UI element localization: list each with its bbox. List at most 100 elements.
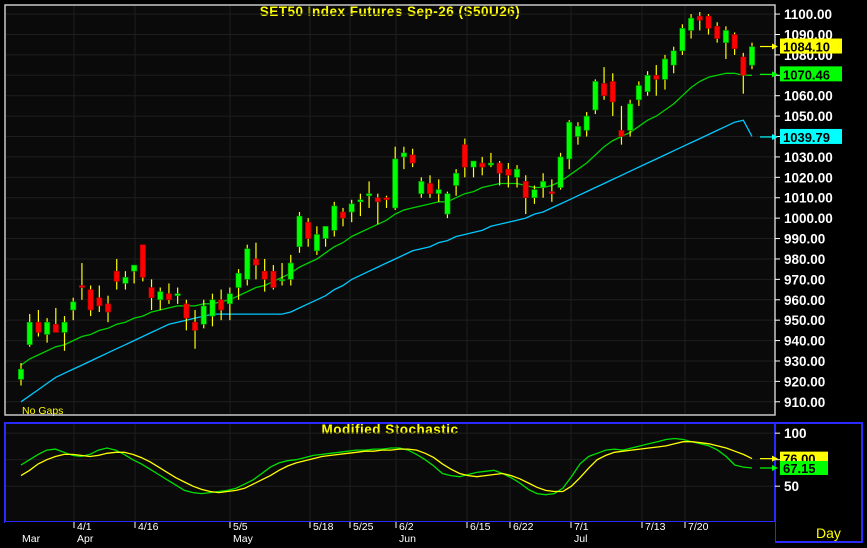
candle-down	[96, 297, 103, 307]
candle-down	[714, 26, 721, 39]
price-y-tick-label: 950.00	[784, 313, 825, 328]
candle-up	[279, 279, 286, 282]
stochastic-y-tick-label: 100	[784, 426, 807, 441]
candle-up	[174, 293, 181, 296]
price-y-tick-label: 960.00	[784, 293, 825, 308]
candle-up	[366, 193, 373, 196]
candle-down	[87, 289, 94, 311]
candle-up	[235, 272, 242, 288]
candle-down	[183, 303, 190, 319]
candle-up	[244, 248, 251, 280]
date-label: 6/2	[399, 521, 414, 533]
candle-up	[644, 74, 651, 92]
price-y-tick-label: 940.00	[784, 334, 825, 349]
candle-up	[635, 85, 642, 101]
price-panel-frame	[4, 4, 776, 416]
date-label: 4/16	[138, 521, 159, 533]
value-tag-label: 1084.10	[783, 40, 830, 55]
candle-down	[78, 285, 85, 288]
candle-up	[26, 321, 33, 345]
candle-down	[270, 270, 277, 288]
candle-down	[305, 221, 312, 239]
candle-up	[670, 50, 677, 66]
date-label: 7/13	[645, 521, 666, 533]
candle-down	[113, 270, 120, 282]
candle-up	[592, 81, 599, 111]
candle-down	[148, 287, 155, 299]
candle-down	[461, 144, 468, 168]
value-tag-label: 1070.46	[783, 67, 830, 82]
stochastic-title: Modified Stochastic	[321, 422, 458, 437]
candle-down	[496, 162, 503, 174]
candle-up	[566, 121, 573, 160]
candle-down	[696, 15, 703, 21]
candle-down	[609, 81, 616, 103]
price-y-tick-label: 1050.00	[784, 109, 833, 124]
candle-down	[653, 74, 660, 80]
candle-down	[705, 15, 712, 29]
candle-up	[583, 115, 590, 131]
candle-up	[627, 103, 634, 131]
date-label: 5/18	[313, 521, 334, 533]
candle-up	[348, 203, 355, 213]
candle-down	[409, 154, 416, 164]
candle-up	[540, 181, 547, 188]
candle-down	[105, 303, 112, 313]
candle-up	[122, 277, 129, 284]
date-label: 6/15	[470, 521, 491, 533]
candle-up	[722, 30, 729, 43]
price-y-tick-label: 920.00	[784, 374, 825, 389]
price-y-tick-label: 1100.00	[784, 7, 832, 22]
date-label: Jun	[399, 533, 416, 545]
candle-down	[165, 293, 172, 301]
candle-up	[313, 234, 320, 252]
candle-up	[287, 262, 294, 280]
date-label: May	[233, 533, 254, 545]
price-chart-title: SET50 Index Futures Sep-26 (S50U26)	[260, 4, 521, 19]
candle-down	[618, 130, 625, 137]
candle-up	[44, 321, 51, 335]
price-y-tick-label: 990.00	[784, 232, 825, 247]
candle-down	[505, 168, 512, 176]
candle-up	[70, 301, 77, 311]
candle-up	[392, 158, 399, 209]
candle-down	[35, 321, 42, 333]
candle-down	[522, 181, 529, 199]
candle-up	[61, 321, 68, 333]
candle-up	[557, 156, 564, 188]
price-y-tick-label: 1030.00	[784, 150, 833, 165]
candle-down	[427, 183, 434, 194]
candle-up	[400, 152, 407, 158]
candle-down	[601, 83, 608, 97]
stochastic-y-tick-label: 50	[784, 479, 799, 494]
candle-up	[157, 291, 164, 301]
candle-up	[18, 368, 24, 380]
candle-down	[740, 56, 747, 76]
candle-up	[514, 168, 521, 178]
candle-up	[418, 181, 425, 194]
price-y-tick-label: 1010.00	[784, 191, 833, 206]
candle-up	[574, 126, 581, 137]
candle-down	[261, 270, 268, 280]
candle-down	[192, 321, 199, 331]
stochastic-panel-frame	[4, 422, 776, 523]
price-y-tick-label: 1000.00	[784, 211, 833, 226]
no-gaps-note: No Gaps	[22, 405, 63, 417]
candle-up	[357, 199, 364, 203]
date-label: 4/1	[77, 521, 92, 533]
date-label: Apr	[77, 533, 94, 545]
candle-up	[209, 299, 216, 317]
candle-down	[339, 211, 346, 219]
candle-down	[374, 197, 381, 203]
candle-up	[487, 162, 494, 166]
price-y-tick-label: 980.00	[784, 252, 825, 267]
candle-up	[661, 58, 668, 80]
candle-up	[470, 160, 477, 168]
date-label: Mar	[22, 533, 41, 545]
candle-up	[200, 305, 207, 325]
frequency-label: Day	[816, 525, 841, 541]
price-y-tick-label: 930.00	[784, 354, 825, 369]
candle-up	[688, 17, 695, 31]
date-label: 5/5	[233, 521, 248, 533]
date-label: 5/25	[353, 521, 374, 533]
